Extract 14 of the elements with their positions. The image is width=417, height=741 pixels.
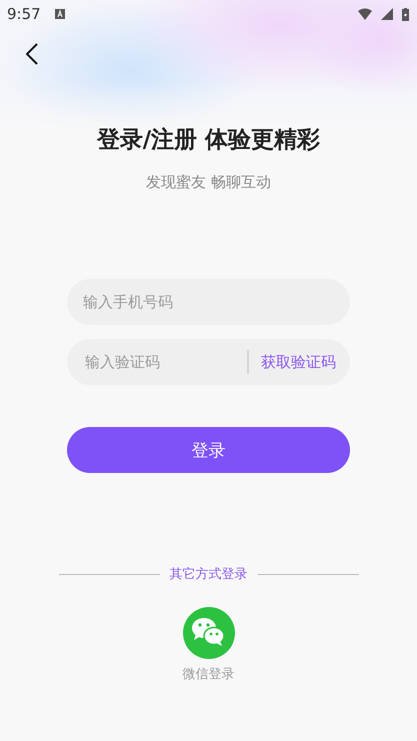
back-icon[interactable]	[26, 43, 38, 65]
battery-icon	[402, 8, 409, 20]
method-label: 微信登录	[182, 666, 234, 683]
notification-icon	[54, 9, 65, 19]
other-methods-label: 其它方式登录	[170, 566, 248, 583]
page-subtitle: 发现蜜友 畅聊互动	[145, 173, 272, 192]
wifi-icon	[358, 8, 372, 20]
code-field[interactable]: 输入验证码 获取验证码	[67, 339, 350, 385]
status-time: 9:57	[7, 5, 41, 23]
signal-icon	[380, 8, 394, 20]
phone-field[interactable]: 输入手机号码	[67, 279, 350, 325]
login-button[interactable]: 登录	[67, 427, 350, 473]
get-code-link[interactable]: 获取验证码	[261, 352, 336, 372]
page-title: 登录/注册 体验更精彩	[96, 126, 322, 155]
